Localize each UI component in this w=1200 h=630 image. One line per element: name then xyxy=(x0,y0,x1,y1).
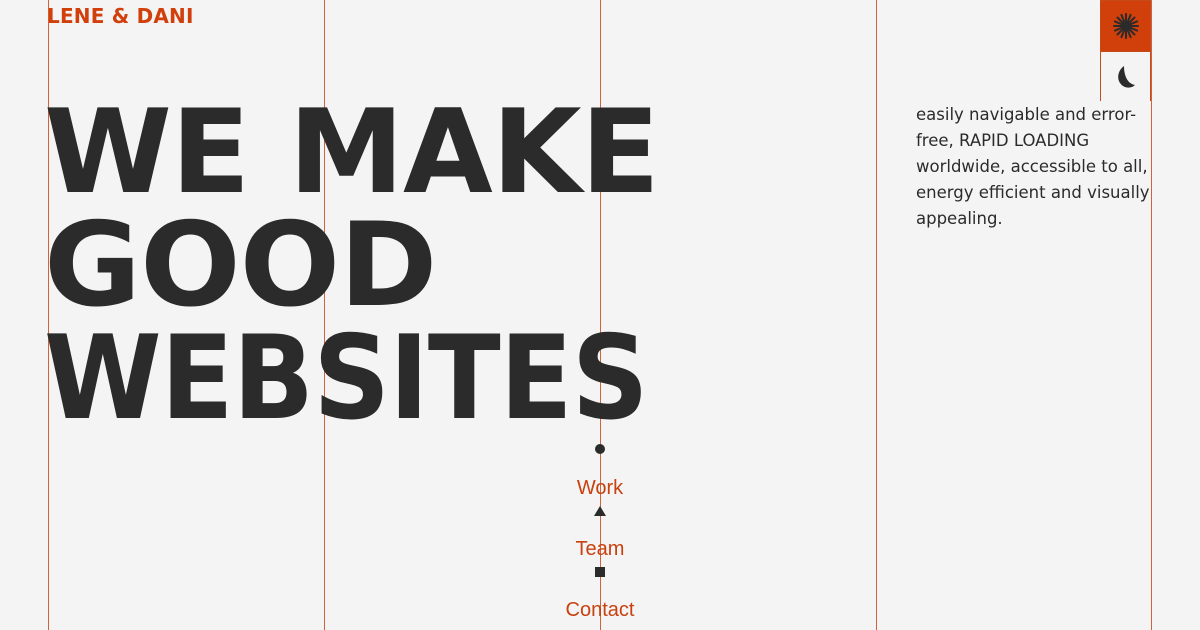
grid-line xyxy=(876,0,877,630)
grid-line xyxy=(1151,0,1152,630)
dark-mode-button[interactable] xyxy=(1101,51,1150,102)
nav-link-contact[interactable]: Contact xyxy=(500,599,700,622)
light-mode-button[interactable] xyxy=(1101,1,1150,51)
brand-logo-link[interactable]: LENE & DANI xyxy=(47,4,194,28)
moon-icon xyxy=(1117,66,1135,88)
nav-marker-circle xyxy=(595,444,605,454)
headline-line-1: WE MAKE xyxy=(44,85,660,220)
nav-link-team[interactable]: Team xyxy=(500,538,700,561)
nav-link-work[interactable]: Work xyxy=(500,477,700,500)
sun-icon xyxy=(1112,13,1139,39)
nav-marker-triangle xyxy=(594,506,606,516)
nav-marker-square xyxy=(595,567,605,577)
headline-line-2: GOOD xyxy=(44,198,437,333)
hero-headline: WE MAKE GOOD WEBSITES xyxy=(44,85,700,446)
headline-line-3: WEBSITES xyxy=(44,311,649,446)
page: LENE & DANI WE MAKE GOOD WEBSITES easily… xyxy=(0,0,1200,630)
main-nav: Work Team Contact xyxy=(500,440,700,630)
theme-toggle xyxy=(1100,0,1151,102)
intro-text: easily navigable and error-free, RAPID L… xyxy=(916,105,1150,228)
